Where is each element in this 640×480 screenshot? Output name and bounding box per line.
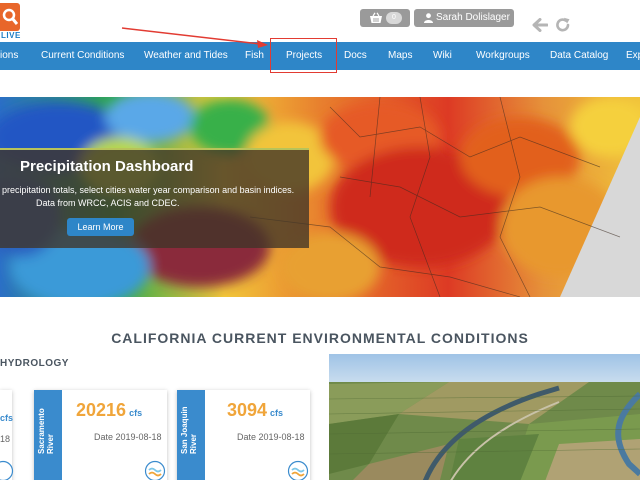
partial-card-unit: cfs: [0, 413, 14, 423]
water-wave-icon: [144, 460, 166, 480]
partial-card-water-icon: [0, 460, 14, 480]
hydrology-heading: HYDROLOGY: [0, 358, 69, 369]
water-wave-icon: [287, 460, 309, 480]
annotation-highlight-box: [270, 38, 337, 73]
card-flow-unit: cfs: [129, 408, 143, 418]
hero-title: Precipitation Dashboard: [20, 158, 194, 175]
card-river-tab: Sacramento River: [34, 390, 62, 480]
learn-more-button[interactable]: Learn More: [67, 218, 134, 236]
hydrology-card-san-joaquin[interactable]: San Joaquin River 3094 cfs Date 2019-08-1…: [177, 390, 310, 480]
card-river-tab: San Joaquin River: [177, 390, 205, 480]
card-flow-value: 3094 cfs: [227, 400, 284, 420]
card-river-name: San Joaquin River: [180, 406, 198, 454]
page: LIVE 0 Sarah Dolislager ions Current Con…: [0, 0, 640, 480]
card-date: Date 2019-08-18: [94, 432, 162, 442]
conditions-section-title: CALIFORNIA CURRENT ENVIRONMENTAL CONDITI…: [111, 330, 529, 346]
card-flow-unit: cfs: [270, 408, 284, 418]
card-flow-value: 20216 cfs: [76, 400, 143, 420]
hydrology-card-sacramento[interactable]: Sacramento River 20216 cfs Date 2019-08-1…: [34, 390, 167, 480]
partial-card-date: 18: [0, 434, 11, 444]
card-river-name: Sacramento River: [37, 408, 55, 454]
hero-description-line2: Data from WRCC, ACIS and CDEC.: [36, 198, 180, 208]
card-date: Date 2019-08-18: [237, 432, 305, 442]
delta-aerial-photo: [329, 354, 640, 480]
hero-description-line1: precipitation totals, select cities wate…: [2, 185, 295, 195]
